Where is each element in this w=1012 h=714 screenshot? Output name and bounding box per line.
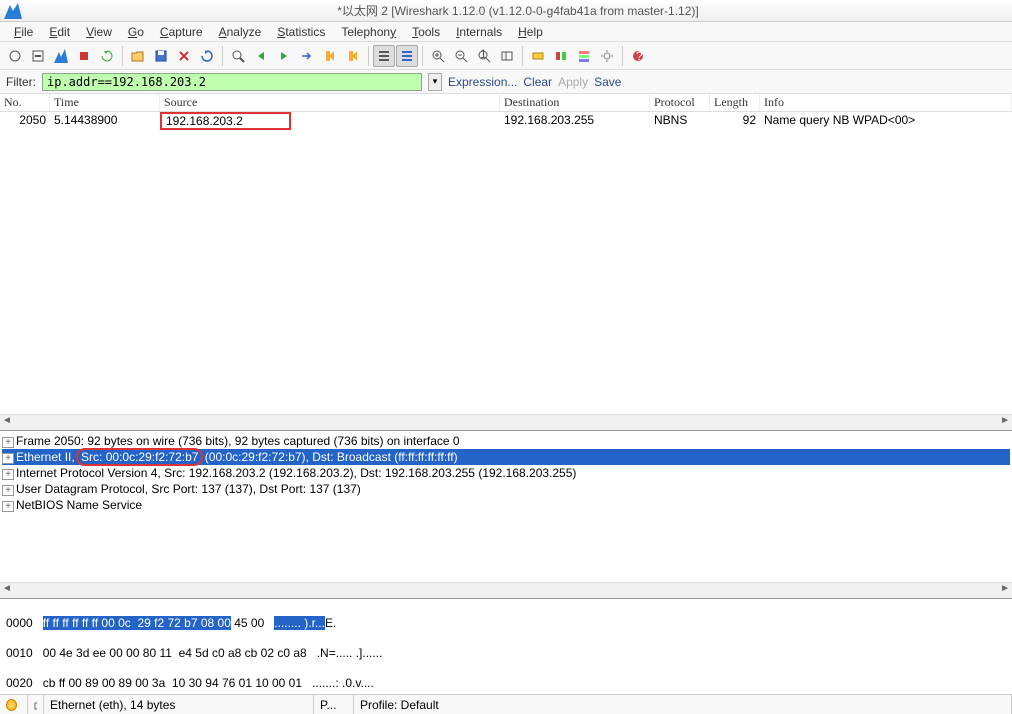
- menu-go[interactable]: Go: [122, 23, 150, 41]
- app-icon: [4, 3, 22, 19]
- filter-label: Filter:: [6, 75, 36, 89]
- last-icon[interactable]: [342, 45, 364, 67]
- packet-list[interactable]: No. Time Source Destination Protocol Len…: [0, 94, 1012, 414]
- zoom-in-icon[interactable]: [427, 45, 449, 67]
- reload-icon[interactable]: [196, 45, 218, 67]
- window-title: *以太网 2 [Wireshark 1.12.0 (v1.12.0-0-g4fa…: [28, 2, 1008, 19]
- forward-icon[interactable]: [273, 45, 295, 67]
- toolbar: 1 ?: [0, 42, 1012, 70]
- hex-row[interactable]: 0020 cb ff 00 89 00 89 00 3a 10 30 94 76…: [6, 676, 1006, 691]
- tree-ethernet[interactable]: +Ethernet II, Src: 00:0c:29:f2:72:b7 (00…: [2, 449, 1010, 465]
- status-packets: P...: [314, 695, 354, 714]
- expand-icon[interactable]: +: [2, 437, 14, 448]
- options-icon[interactable]: [27, 45, 49, 67]
- menu-analyze[interactable]: Analyze: [213, 23, 268, 41]
- resize-columns-icon[interactable]: [496, 45, 518, 67]
- save-icon[interactable]: [150, 45, 172, 67]
- find-icon[interactable]: [227, 45, 249, 67]
- expand-icon[interactable]: +: [2, 469, 14, 480]
- col-time[interactable]: Time: [50, 94, 160, 111]
- coloring-rules-icon[interactable]: [573, 45, 595, 67]
- expand-icon[interactable]: +: [2, 501, 14, 512]
- filter-clear[interactable]: Clear: [523, 75, 552, 89]
- cell-time: 5.14438900: [50, 112, 160, 130]
- svg-text:1: 1: [480, 49, 487, 61]
- goto-icon[interactable]: [296, 45, 318, 67]
- menu-capture[interactable]: Capture: [154, 23, 209, 41]
- menu-view[interactable]: View: [80, 23, 118, 41]
- open-icon[interactable]: [127, 45, 149, 67]
- close-icon[interactable]: [173, 45, 195, 67]
- tree-nbns[interactable]: +NetBIOS Name Service: [2, 497, 1010, 513]
- tree-ip[interactable]: +Internet Protocol Version 4, Src: 192.1…: [2, 465, 1010, 481]
- cell-info: Name query NB WPAD<00>: [760, 112, 1012, 130]
- menu-edit[interactable]: Edit: [43, 23, 76, 41]
- menu-telephony[interactable]: Telephony: [335, 23, 402, 41]
- stop-capture-icon[interactable]: [73, 45, 95, 67]
- details-scrollbar[interactable]: [0, 582, 1012, 598]
- status-profile[interactable]: Profile: Default: [354, 695, 1012, 714]
- col-no[interactable]: No.: [0, 94, 50, 111]
- hex-row[interactable]: 0010 00 4e 3d ee 00 00 80 11 e4 5d c0 a8…: [6, 646, 1006, 661]
- back-icon[interactable]: [250, 45, 272, 67]
- status-bar: Ethernet (eth), 14 bytes P... Profile: D…: [0, 694, 1012, 714]
- start-capture-icon[interactable]: [50, 45, 72, 67]
- menu-statistics[interactable]: Statistics: [271, 23, 331, 41]
- highlight-src-mac: Src: 00:0c:29:f2:72:b7: [78, 450, 201, 464]
- zoom-out-icon[interactable]: [450, 45, 472, 67]
- expert-icon[interactable]: [28, 695, 44, 714]
- preferences-icon[interactable]: [596, 45, 618, 67]
- hex-row[interactable]: 0000 ff ff ff ff ff ff 00 0c 29 f2 72 b7…: [6, 616, 1006, 631]
- title-bar: *以太网 2 [Wireshark 1.12.0 (v1.12.0-0-g4fa…: [0, 0, 1012, 22]
- zoom-reset-icon[interactable]: 1: [473, 45, 495, 67]
- autoscroll-icon[interactable]: [396, 45, 418, 67]
- capture-filters-icon[interactable]: [527, 45, 549, 67]
- col-destination[interactable]: Destination: [500, 94, 650, 111]
- status-eth: Ethernet (eth), 14 bytes: [44, 695, 314, 714]
- display-filters-icon[interactable]: [550, 45, 572, 67]
- svg-text:?: ?: [636, 49, 643, 63]
- menu-internals[interactable]: Internals: [450, 23, 508, 41]
- status-orb[interactable]: [0, 695, 28, 714]
- filter-input[interactable]: [42, 73, 422, 91]
- menu-bar: File Edit View Go Capture Analyze Statis…: [0, 22, 1012, 42]
- menu-file[interactable]: File: [8, 23, 39, 41]
- first-icon[interactable]: [319, 45, 341, 67]
- expand-icon[interactable]: +: [2, 453, 14, 464]
- col-source[interactable]: Source: [160, 94, 500, 111]
- cell-length: 92: [710, 112, 760, 130]
- interfaces-icon[interactable]: [4, 45, 26, 67]
- hex-pane[interactable]: 0000 ff ff ff ff ff ff 00 0c 29 f2 72 b7…: [0, 598, 1012, 694]
- restart-capture-icon[interactable]: [96, 45, 118, 67]
- packet-list-header: No. Time Source Destination Protocol Len…: [0, 94, 1012, 112]
- cell-destination: 192.168.203.255: [500, 112, 650, 130]
- cell-no: 2050: [0, 112, 50, 130]
- filter-dropdown[interactable]: ▾: [428, 73, 442, 91]
- packet-list-scrollbar[interactable]: [0, 414, 1012, 430]
- col-protocol[interactable]: Protocol: [650, 94, 710, 111]
- col-info[interactable]: Info: [760, 94, 1012, 111]
- menu-tools[interactable]: Tools: [406, 23, 446, 41]
- packet-details[interactable]: +Frame 2050: 92 bytes on wire (736 bits)…: [0, 430, 1012, 582]
- tree-udp[interactable]: +User Datagram Protocol, Src Port: 137 (…: [2, 481, 1010, 497]
- filter-apply[interactable]: Apply: [558, 75, 588, 89]
- expand-icon[interactable]: +: [2, 485, 14, 496]
- tree-frame[interactable]: +Frame 2050: 92 bytes on wire (736 bits)…: [2, 433, 1010, 449]
- help-icon[interactable]: ?: [627, 45, 649, 67]
- filter-save[interactable]: Save: [594, 75, 621, 89]
- col-length[interactable]: Length: [710, 94, 760, 111]
- filter-expression[interactable]: Expression...: [448, 75, 517, 89]
- menu-help[interactable]: Help: [512, 23, 549, 41]
- cell-source: 192.168.203.2: [160, 112, 500, 130]
- cell-protocol: NBNS: [650, 112, 710, 130]
- filter-bar: Filter: ▾ Expression... Clear Apply Save: [0, 70, 1012, 94]
- colorize-icon[interactable]: [373, 45, 395, 67]
- highlight-source: 192.168.203.2: [160, 112, 291, 130]
- packet-row[interactable]: 2050 5.14438900 192.168.203.2 192.168.20…: [0, 112, 1012, 130]
